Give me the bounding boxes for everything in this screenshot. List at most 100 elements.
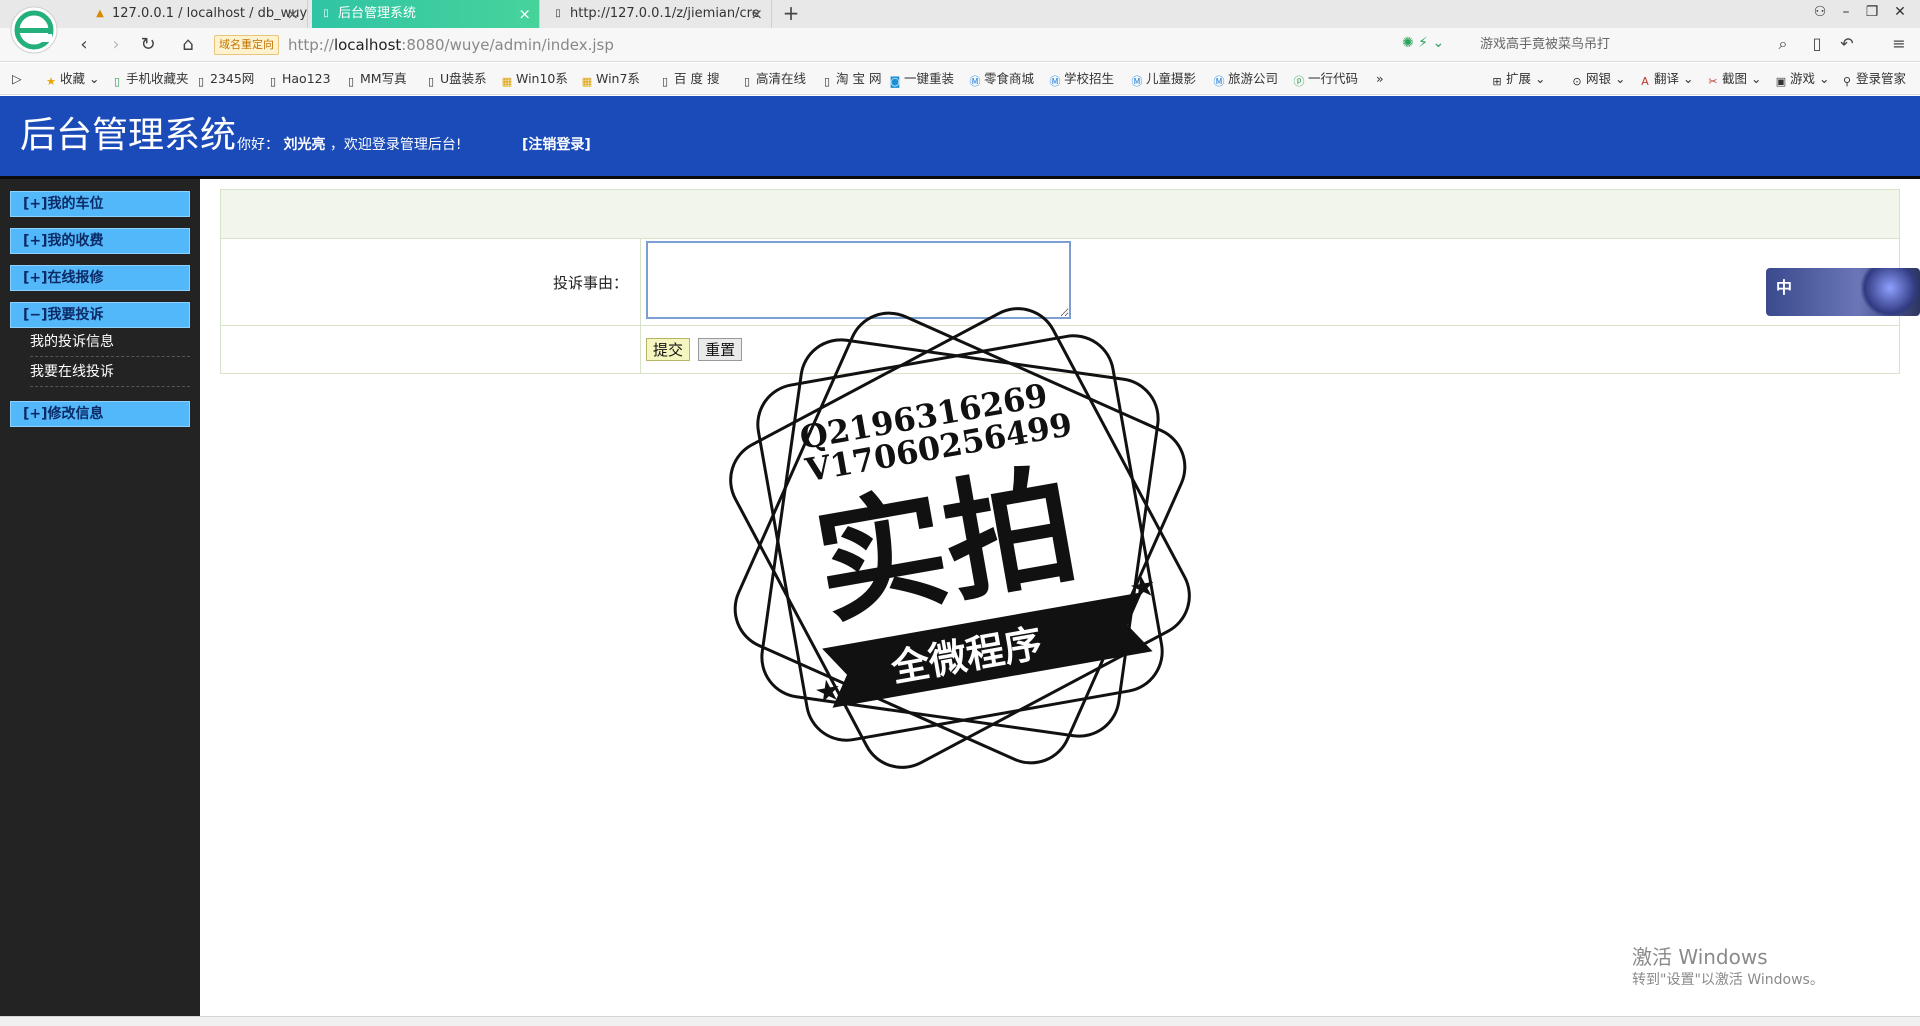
undo-icon[interactable]: ↶	[1836, 34, 1858, 53]
sidebar-item-parking[interactable]: [+]我的车位	[10, 191, 190, 217]
document-icon: ▯	[323, 8, 329, 19]
bookmark-tool-login-manager[interactable]: ⚲ 登录管家	[1840, 70, 1906, 89]
star-icon: ★	[46, 75, 56, 88]
sidebar-item-edit-info[interactable]: [+]修改信息	[10, 401, 190, 427]
ime-label: 中	[1776, 278, 1793, 297]
sidebar-item-complaint[interactable]: [−]我要投诉	[10, 302, 190, 328]
page-icon: ▯	[743, 75, 751, 88]
bookmark-item[interactable]: Ⓜ 零食商城	[968, 70, 1035, 89]
phpmyadmin-icon: ▲	[96, 8, 104, 19]
greeting-prefix: 你好：	[237, 137, 279, 153]
p-icon: ⓟ	[1293, 75, 1305, 88]
sidebar-subitem-online-complaint[interactable]: 我要在线投诉	[30, 359, 190, 387]
sidebar-item-repair[interactable]: [+]在线报修	[10, 265, 190, 291]
ime-widget[interactable]: 中	[1766, 268, 1920, 316]
bookmark-item[interactable]: ▯ 淘 宝 网	[820, 70, 881, 89]
greeting: 你好： 刘光亮 ，欢迎登录管理后台!	[237, 136, 462, 154]
url-host: localhost	[333, 36, 402, 54]
sidebar-subitem-my-complaints[interactable]: 我的投诉信息	[30, 329, 190, 357]
back-icon[interactable]: ‹	[72, 33, 96, 57]
m-icon: Ⓜ	[969, 75, 981, 88]
close-window-icon[interactable]: ✕	[1890, 4, 1910, 20]
reason-textarea[interactable]	[646, 241, 1071, 319]
bookmarks-more[interactable]: »	[1376, 70, 1384, 88]
form-row-reason: 投诉事由：	[220, 238, 1900, 326]
reload-icon[interactable]: ↻	[136, 33, 160, 57]
bookmarks-toggle-icon[interactable]: ▷	[12, 70, 22, 88]
bookmark-tool-games[interactable]: ▣ 游戏 ⌄	[1774, 70, 1830, 89]
close-icon[interactable]: ×	[286, 0, 299, 28]
bookmark-item[interactable]: ▯ 高清在线	[740, 70, 806, 89]
bookmark-tool-bank[interactable]: ⊙ 网银 ⌄	[1570, 70, 1625, 89]
url-prefix: http://	[288, 36, 334, 54]
browser-logo-icon	[10, 6, 58, 54]
restore-icon[interactable]: ❐	[1862, 4, 1882, 20]
new-tab-button[interactable]: +	[780, 0, 802, 28]
scissors-icon: ✂	[1708, 75, 1718, 88]
bookmark-item[interactable]: ▯ 2345网	[194, 70, 254, 89]
bookmark-item[interactable]: ◙ 一键重装	[888, 70, 954, 89]
page-icon: ▯	[823, 75, 831, 88]
logout-link[interactable]: [注销登录]	[522, 136, 591, 154]
sidebar: [+]我的车位 [+]我的收费 [+]在线报修 [−]我要投诉 我的投诉信息 我…	[0, 179, 200, 1026]
home-icon[interactable]: ⌂	[176, 33, 200, 57]
submit-button[interactable]: 提交	[646, 338, 691, 361]
complaint-form: 投诉事由： 提交 重置	[220, 189, 1900, 374]
bookmark-item[interactable]: Ⓜ 旅游公司	[1212, 70, 1279, 89]
page-icon: ▯	[197, 75, 205, 88]
minimize-icon[interactable]: –	[1836, 4, 1856, 20]
close-icon[interactable]: ×	[750, 0, 763, 28]
m-icon: Ⓜ	[1049, 75, 1061, 88]
bookmark-item[interactable]: Ⓜ 学校招生	[1048, 70, 1115, 89]
bookmark-tool-screenshot[interactable]: ✂ 截图 ⌄	[1706, 70, 1761, 89]
tab-title: 后台管理系统	[338, 6, 417, 21]
bookmark-item[interactable]: ▦ Win7系	[580, 70, 640, 89]
skin-icon[interactable]: ⚇	[1810, 4, 1830, 20]
bookmark-item[interactable]: Ⓜ 儿童摄影	[1130, 70, 1197, 89]
bank-icon: ⊙	[1572, 75, 1582, 88]
bookmark-tool-translate[interactable]: A 翻译 ⌄	[1638, 70, 1693, 89]
gamepad-icon: ▣	[1775, 75, 1787, 88]
form-header-row	[220, 189, 1900, 239]
bookmark-item[interactable]: ⓟ 一行代码	[1292, 70, 1359, 89]
url-input[interactable]: http://localhost:8080/wuye/admin/index.j…	[288, 34, 614, 56]
bookmark-item[interactable]: ▯ U盘装系	[424, 70, 487, 89]
reading-mode-icon[interactable]: ▯	[1806, 34, 1828, 53]
page-icon: ▯	[427, 75, 435, 88]
search-input[interactable]: 游戏高手竟被菜鸟吊打	[1480, 34, 1790, 56]
bookmark-tool-extensions[interactable]: ⊞ 扩展 ⌄	[1490, 70, 1545, 89]
browser-tab-bar: ▲ 127.0.0.1 / localhost / db_wuy × ▯ 后台管…	[0, 0, 1920, 28]
m-icon: Ⓜ	[1213, 75, 1225, 88]
address-bar: ‹ › ↻ ⌂ 域名重定向 http://localhost:8080/wuye…	[0, 28, 1920, 62]
page-icon: ▯	[347, 75, 355, 88]
browser-tab-phpmyadmin[interactable]: ▲ 127.0.0.1 / localhost / db_wuy ×	[86, 0, 308, 28]
windows-icon: ▦	[581, 75, 593, 88]
page-title: 后台管理系统	[20, 115, 237, 156]
windows-icon: ▦	[501, 75, 513, 88]
bookmark-item[interactable]: ▯ 百 度 搜	[658, 70, 719, 89]
browser-tab-jiemian[interactable]: ▯ http://127.0.0.1/z/jiemian/cre ×	[544, 0, 772, 28]
sidebar-item-charges[interactable]: [+]我的收费	[10, 228, 190, 254]
bookmark-item[interactable]: ▯ Hao123	[266, 70, 331, 89]
bookmark-item[interactable]: ▦ Win10系	[500, 70, 568, 89]
forward-icon[interactable]: ›	[104, 33, 128, 57]
translate-icon: A	[1641, 75, 1649, 88]
menu-icon[interactable]: ≡	[1888, 34, 1910, 53]
ime-character-icon	[1860, 268, 1920, 316]
search-icon[interactable]: ⌕	[1772, 34, 1794, 54]
bookmark-favorites[interactable]: ★ 收藏 ⌄	[44, 70, 99, 89]
buttons-label-cell	[220, 325, 641, 374]
bookmarks-bar: ▷ ★ 收藏 ⌄ ▯ 手机收藏夹 ▯ 2345网 ▯ Hao123 ▯ MM写真 ▯ U盘装…	[0, 63, 1920, 95]
document-icon: ▯	[555, 8, 561, 19]
browser-status-bar	[0, 1016, 1920, 1026]
redirect-badge[interactable]: 域名重定向	[214, 35, 279, 55]
close-icon[interactable]: ×	[518, 0, 531, 28]
speed-mode-icon[interactable]: ✺ ⚡ ⌄	[1402, 35, 1444, 51]
activation-subtitle: 转到"设置"以激活 Windows。	[1632, 972, 1824, 988]
puzzle-icon: ⊞	[1492, 75, 1502, 88]
reset-button[interactable]: 重置	[698, 338, 743, 361]
bookmark-item[interactable]: ▯ 手机收藏夹	[110, 70, 189, 89]
bookmark-item[interactable]: ▯ MM写真	[344, 70, 407, 89]
m-icon: Ⓜ	[1131, 75, 1143, 88]
browser-tab-admin[interactable]: ▯ 后台管理系统 ×	[312, 0, 540, 28]
